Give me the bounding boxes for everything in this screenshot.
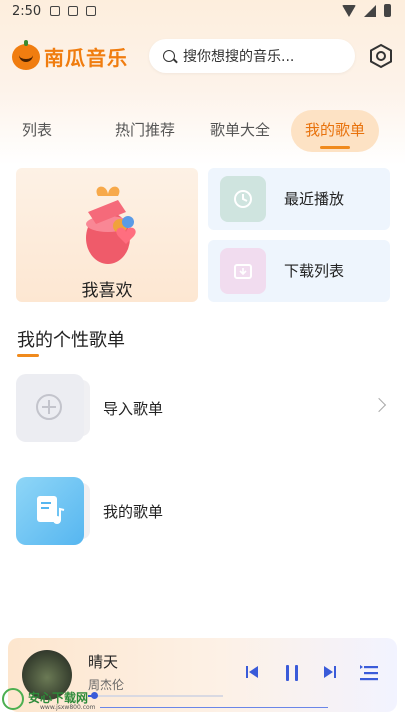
progress-bar[interactable]	[88, 692, 223, 699]
search-bar[interactable]: 搜你想搜的音乐...	[149, 39, 355, 73]
status-time: 2:50	[12, 4, 42, 19]
download-box-icon	[234, 264, 252, 279]
clock-icon	[234, 190, 252, 208]
download-icon-box	[220, 248, 272, 294]
player-underline	[100, 707, 328, 708]
recent-play-card[interactable]: 最近播放	[208, 168, 390, 230]
recent-play-label: 最近播放	[284, 190, 345, 208]
tab-play-list[interactable]: 播放列表	[7, 110, 53, 152]
tab-playlists[interactable]: 歌单大全	[210, 110, 270, 152]
search-icon	[163, 50, 175, 62]
import-playlist-row[interactable]: 导入歌单	[16, 374, 390, 442]
my-playlist-row[interactable]: 我的歌单	[16, 477, 390, 545]
favorites-label: 我喜欢	[81, 281, 133, 301]
tab-bar: 播放列表 热门推荐 歌单大全 我的歌单	[0, 110, 405, 152]
site-watermark: 安心下载网 www.jsxw800.com	[2, 686, 102, 718]
watermark-url: www.jsxw800.com	[40, 704, 96, 711]
app-title: 南瓜音乐	[44, 46, 128, 70]
music-doc-icon	[37, 496, 65, 524]
notification-icon	[86, 6, 96, 16]
tab-label: 歌单大全	[210, 121, 271, 139]
playlist-queue-icon[interactable]	[360, 664, 378, 682]
signal-icon	[364, 4, 376, 17]
tab-label: 我的歌单	[305, 121, 366, 139]
download-list-card[interactable]: 下载列表	[208, 240, 390, 302]
pumpkin-icon	[12, 39, 40, 70]
tab-my-playlists[interactable]: 我的歌单	[291, 110, 380, 152]
tab-hot[interactable]: 热门推荐	[115, 110, 175, 152]
chevron-right-icon	[371, 397, 387, 413]
import-playlist-label: 导入歌单	[103, 400, 164, 418]
pause-icon[interactable]	[283, 664, 301, 682]
favorites-card[interactable]: 我喜欢	[16, 168, 198, 302]
notification-icon	[50, 6, 60, 16]
notification-icon	[68, 6, 78, 16]
song-title: 晴天	[88, 653, 119, 671]
recent-icon-box	[220, 176, 272, 222]
settings-hexagon-icon[interactable]	[368, 43, 394, 69]
download-list-label: 下载列表	[284, 262, 345, 280]
next-icon[interactable]	[324, 666, 336, 678]
section-title: 我的个性歌单	[17, 326, 125, 357]
tab-label: 播放列表	[7, 121, 53, 139]
watermark-logo-icon	[2, 688, 24, 710]
tab-label: 热门推荐	[115, 121, 176, 139]
import-cover	[16, 374, 84, 442]
battery-icon	[384, 4, 391, 17]
previous-icon[interactable]	[246, 666, 258, 678]
search-placeholder: 搜你想搜的音乐...	[183, 49, 295, 65]
app-logo: 南瓜音乐	[12, 39, 128, 71]
my-playlist-cover	[16, 477, 84, 545]
wifi-icon	[342, 4, 356, 17]
status-bar: 2:50	[0, 0, 405, 24]
gift-heart-icon	[86, 186, 136, 264]
my-playlist-label: 我的歌单	[103, 503, 164, 521]
plus-circle-icon	[36, 394, 62, 420]
